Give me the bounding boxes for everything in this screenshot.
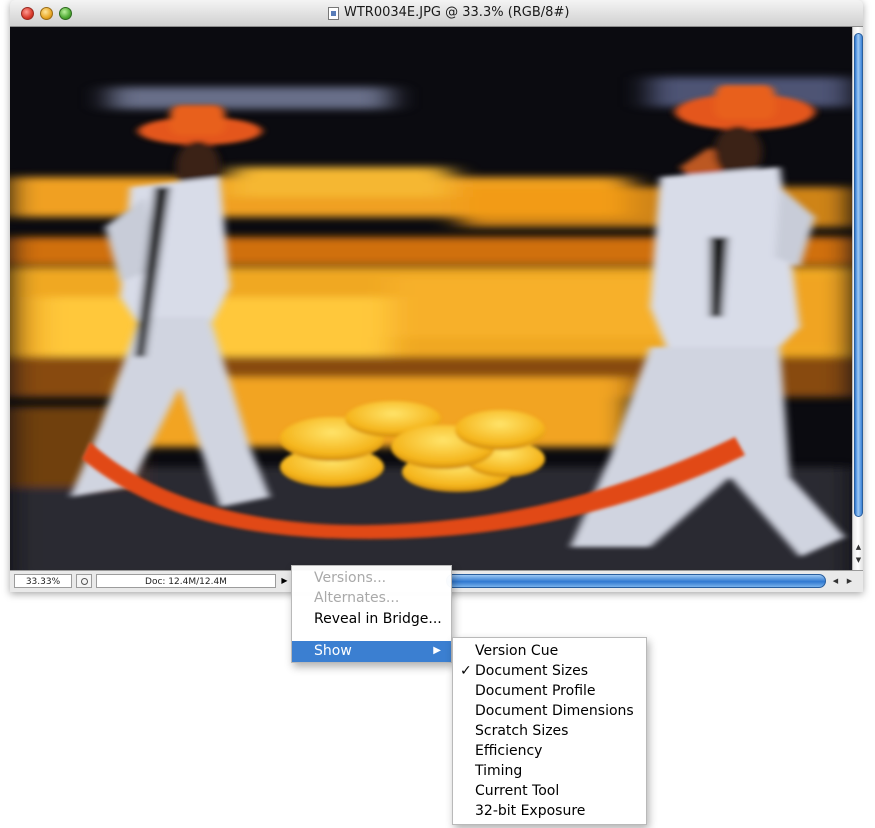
submenu-item-document-dimensions[interactable]: Document Dimensions xyxy=(453,701,646,721)
status-popup-menu: Versions... Alternates... Reveal in Brid… xyxy=(291,565,452,663)
checkmark-icon: ✓ xyxy=(460,663,472,679)
menu-item-show[interactable]: Show ▶ xyxy=(292,641,451,662)
submenu-item-efficiency[interactable]: Efficiency xyxy=(453,741,646,761)
show-submenu: Version Cue ✓ Document Sizes Document Pr… xyxy=(452,637,647,825)
scroll-left-arrow-icon[interactable]: ◀ xyxy=(830,574,841,588)
submenu-item-document-sizes[interactable]: ✓ Document Sizes xyxy=(453,661,646,681)
scroll-right-arrow-icon[interactable]: ▶ xyxy=(844,574,855,588)
submenu-arrow-icon: ▶ xyxy=(433,645,441,656)
submenu-item-scratch-sizes[interactable]: Scratch Sizes xyxy=(453,721,646,741)
vertical-scrollbar[interactable]: ▲ ▼ xyxy=(852,27,863,570)
window-title: WTR0034E.JPG @ 33.3% (RGB/8#) xyxy=(344,5,570,20)
cheese-carriers-photo xyxy=(10,27,852,570)
submenu-item-document-sizes-label: Document Sizes xyxy=(475,663,589,679)
document-info-field[interactable]: Doc: 12.4M/12.4M xyxy=(96,574,276,588)
minimize-button[interactable] xyxy=(40,7,53,20)
document-window: WTR0034E.JPG @ 33.3% (RGB/8#) ▲ ▼ 33.33%… xyxy=(10,0,863,592)
menu-item-versions: Versions... xyxy=(314,570,387,586)
submenu-item-document-profile[interactable]: Document Profile xyxy=(453,681,646,701)
scroll-down-arrow-icon[interactable]: ▼ xyxy=(854,555,863,565)
menu-item-reveal-in-bridge[interactable]: Reveal in Bridge... xyxy=(292,609,451,629)
image-canvas[interactable] xyxy=(10,27,852,570)
submenu-item-version-cue[interactable]: Version Cue xyxy=(453,641,646,661)
zoom-level-field[interactable]: 33.33% xyxy=(14,574,72,588)
submenu-item-current-tool[interactable]: Current Tool xyxy=(453,781,646,801)
submenu-item-timing[interactable]: Timing xyxy=(453,761,646,781)
status-menu-arrow-icon[interactable]: ▶ xyxy=(278,574,291,588)
submenu-item-32-bit-exposure[interactable]: 32-bit Exposure xyxy=(453,801,646,821)
vertical-scroll-thumb[interactable] xyxy=(854,33,863,517)
document-proxy-icon[interactable] xyxy=(328,7,339,20)
zoom-button[interactable] xyxy=(59,7,72,20)
title-bar[interactable]: WTR0034E.JPG @ 33.3% (RGB/8#) xyxy=(10,0,863,27)
scroll-up-arrow-icon[interactable]: ▲ xyxy=(854,542,863,552)
version-cue-icon[interactable] xyxy=(76,574,92,588)
close-button[interactable] xyxy=(21,7,34,20)
menu-item-show-label: Show xyxy=(314,643,352,659)
menu-item-alternates: Alternates... xyxy=(314,590,400,606)
horizontal-scroll-thumb[interactable] xyxy=(446,574,826,588)
